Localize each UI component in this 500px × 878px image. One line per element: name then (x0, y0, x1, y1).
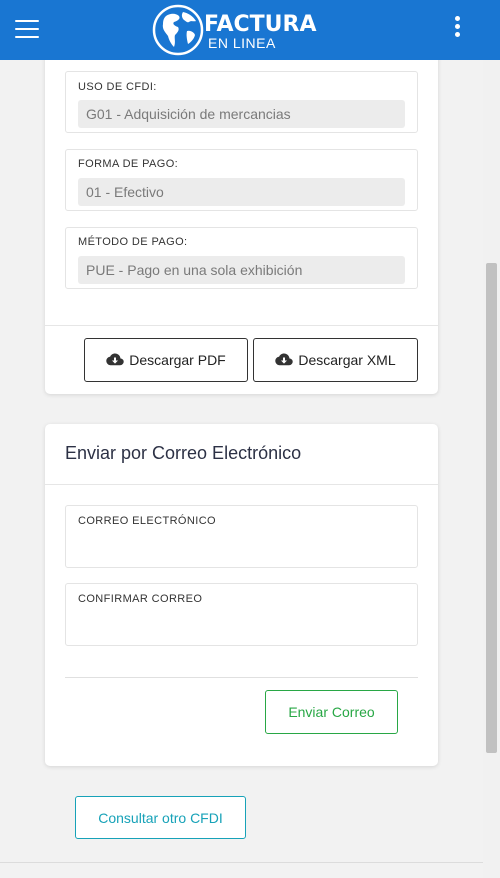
logo-title: FACTURA (204, 12, 317, 37)
metodo-pago-label: MÉTODO DE PAGO: (78, 236, 188, 248)
uso-cfdi-field: USO DE CFDI: G01 - Adquisición de mercan… (65, 71, 418, 133)
download-pdf-label: Descargar PDF (129, 352, 226, 368)
forma-pago-label: FORMA DE PAGO: (78, 158, 179, 170)
hamburger-menu-icon[interactable] (15, 20, 39, 39)
send-email-button[interactable]: Enviar Correo (265, 690, 398, 734)
logo-subtitle: EN LINEA (208, 35, 276, 51)
download-xml-label: Descargar XML (298, 352, 396, 368)
card-divider (45, 325, 438, 326)
download-pdf-button[interactable]: Descargar PDF (84, 338, 248, 382)
download-xml-button[interactable]: Descargar XML (253, 338, 418, 382)
cloud-download-icon (106, 353, 124, 366)
confirm-email-field[interactable]: CONFIRMAR CORREO (65, 583, 418, 646)
main-content: USO DE CFDI: G01 - Adquisición de mercan… (0, 60, 483, 878)
cloud-download-icon (275, 353, 294, 366)
footer-divider (0, 862, 483, 863)
email-field-label: CORREO ELECTRÓNICO (78, 515, 216, 527)
more-vertical-icon[interactable] (452, 16, 462, 38)
uso-cfdi-label: USO DE CFDI: (78, 81, 157, 93)
send-email-card: Enviar por Correo Electrónico CORREO ELE… (45, 424, 438, 766)
email-field[interactable]: CORREO ELECTRÓNICO (65, 505, 418, 568)
metodo-pago-value: PUE - Pago en una sola exhibición (78, 256, 405, 284)
factura-en-linea-logo[interactable]: FACTURA EN LINEA (152, 4, 332, 56)
card-footer-divider (65, 677, 418, 678)
forma-pago-field: FORMA DE PAGO: 01 - Efectivo (65, 149, 418, 211)
send-email-title: Enviar por Correo Electrónico (65, 443, 302, 463)
consult-another-cfdi-button[interactable]: Consultar otro CFDI (75, 796, 246, 839)
scrollbar-thumb[interactable] (486, 263, 497, 753)
page-scrollbar[interactable] (483, 60, 500, 878)
confirm-email-label: CONFIRMAR CORREO (78, 593, 203, 605)
card-header-divider (45, 484, 438, 485)
forma-pago-value: 01 - Efectivo (78, 178, 405, 206)
invoice-details-card: USO DE CFDI: G01 - Adquisición de mercan… (45, 60, 438, 394)
top-app-bar: FACTURA EN LINEA (0, 0, 500, 60)
globe-icon (152, 4, 204, 56)
uso-cfdi-value: G01 - Adquisición de mercancias (78, 100, 405, 128)
metodo-pago-field: MÉTODO DE PAGO: PUE - Pago en una sola e… (65, 227, 418, 289)
